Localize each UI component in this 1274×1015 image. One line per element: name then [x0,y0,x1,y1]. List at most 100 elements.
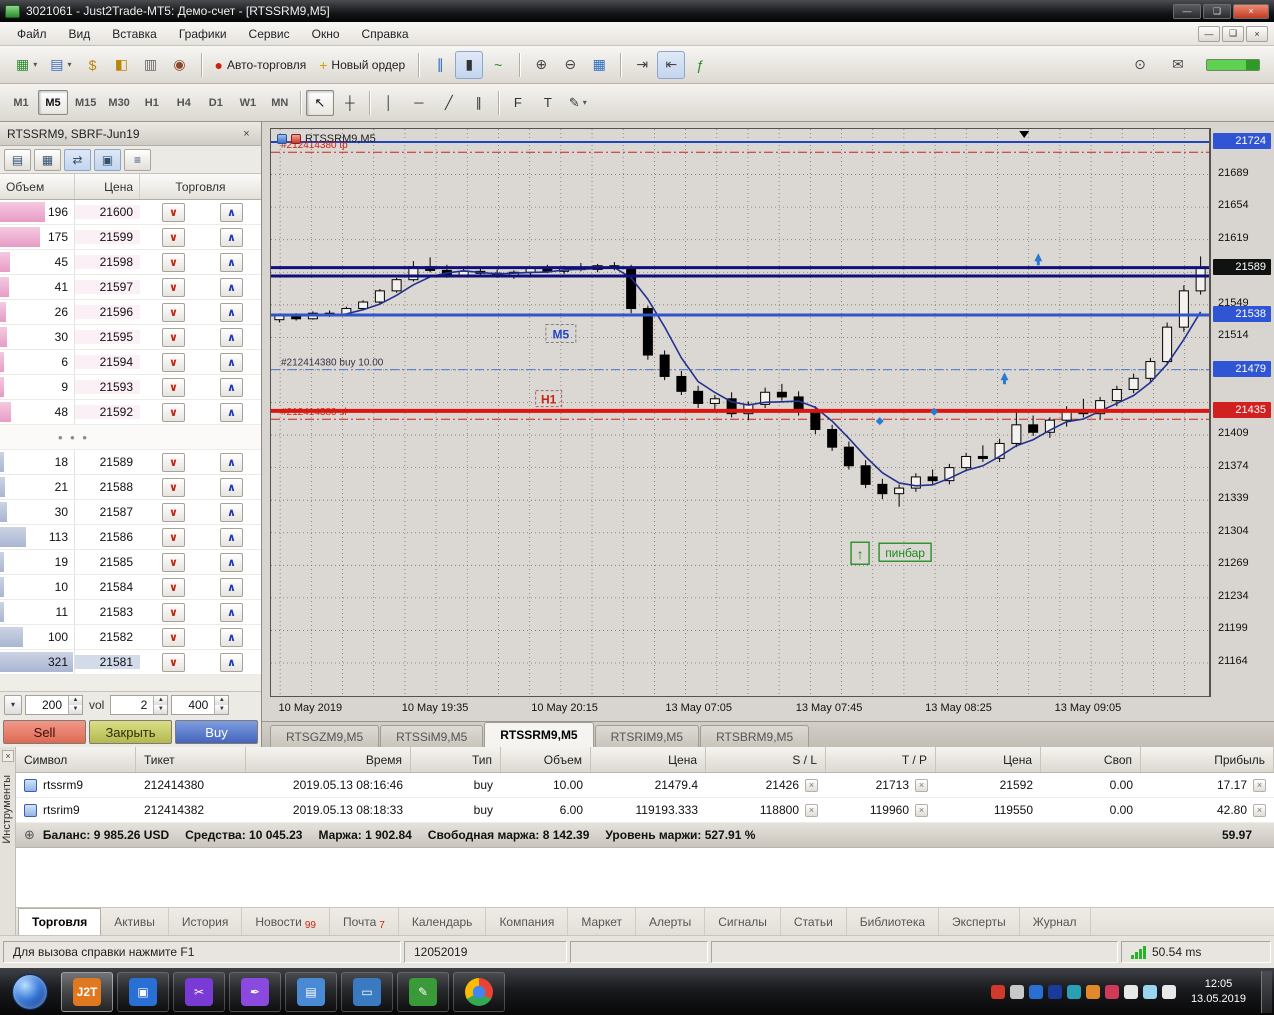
dom-oneclick-button[interactable]: ▣ [94,148,121,171]
chart-widget-icon[interactable] [277,134,287,144]
dom-price-cell[interactable]: 21592 [75,405,140,419]
dom-buy-button[interactable]: ∧ [220,602,243,622]
close-position-button[interactable]: Закрыть [89,720,172,744]
print-button[interactable]: ▥ [137,51,165,79]
column-header-5[interactable]: Цена [591,747,706,772]
timeframe-m15[interactable]: M15 [70,90,101,115]
text-tool[interactable]: T [534,90,562,116]
price-chart-canvas[interactable]: #212414380 tp#212414380 buy 10.00#212414… [271,129,1209,696]
column-header-2[interactable]: Время [246,747,411,772]
crosshair-tool[interactable]: ┼ [336,90,364,116]
dom-sell-button[interactable]: ∨ [162,477,185,497]
volume-stepper[interactable]: ▲ ▼ [153,695,168,714]
dom-price-cell[interactable]: 21588 [75,480,140,494]
dom-buy-button[interactable]: ∧ [220,452,243,472]
child-minimize-button[interactable]: — [1198,25,1220,42]
toolbox-tab-articles[interactable]: Статьи [781,908,847,935]
dom-sell-button[interactable]: ∨ [162,277,185,297]
toolbox-tab-mail[interactable]: Почта 7 [330,908,399,935]
line-chart-button[interactable]: ~ [484,51,512,79]
tray-icon-navy[interactable] [1047,984,1062,999]
toolbox-tab-experts[interactable]: Эксперты [939,908,1020,935]
dom-price-cell[interactable]: 21587 [75,505,140,519]
dom-price-cell[interactable]: 21585 [75,555,140,569]
dom-chart-button[interactable]: ▤ [4,148,31,171]
dom-buy-button[interactable]: ∧ [220,477,243,497]
child-close-button[interactable]: × [1246,25,1268,42]
dom-header[interactable]: RTSSRM9, SBRF-Jun19 × [0,122,261,146]
dom-price-cell[interactable]: 21599 [75,230,140,244]
zoom-in-button[interactable]: ⊕ [527,51,555,79]
child-restore-button[interactable]: ❑ [1222,25,1244,42]
tray-icon-red[interactable] [990,984,1005,999]
remove-sl-button[interactable]: × [805,778,818,792]
position-row[interactable]: rtssrm9 212414380 2019.05.13 08:16:46 buy 10… [16,773,1274,798]
search-button[interactable]: ⊙ [1126,51,1154,79]
dom-buy-button[interactable]: ∧ [220,302,243,322]
horizontal-line-tool[interactable]: ─ [405,90,433,116]
dom-sell-button[interactable]: ∨ [162,302,185,322]
toolbox-close-button[interactable]: × [2,750,14,762]
taskbar-app-j2t[interactable]: J2T [61,971,113,1012]
dom-buy-button[interactable]: ∧ [220,402,243,422]
restore-button[interactable]: ❑ [1203,3,1231,19]
dom-price-cell[interactable]: 21581 [75,655,140,669]
bar-chart-button[interactable]: ∥ [426,51,454,79]
dom-price-cell[interactable]: 21597 [75,280,140,294]
dom-price-cell[interactable]: 21589 [75,455,140,469]
autotrade-button[interactable]: ● Авто-торговля [209,51,313,79]
timeframe-m5[interactable]: M5 [38,90,68,115]
dom-grid-button[interactable]: ▦ [34,148,61,171]
feedback-button[interactable]: ✉ [1164,51,1192,79]
toolbox-tab-journal[interactable]: Журнал [1020,908,1091,935]
close-button[interactable]: × [1233,3,1269,19]
fibonacci-tool[interactable]: F [504,90,532,116]
dom-price-cell[interactable]: 21594 [75,355,140,369]
dom-buy-button[interactable]: ∧ [220,327,243,347]
remove-profit-button[interactable]: × [1253,778,1266,792]
trendline-tool[interactable]: ╱ [435,90,463,116]
timeframe-w1[interactable]: W1 [233,90,263,115]
dom-sell-button[interactable]: ∨ [162,327,185,347]
menu-view[interactable]: Вид [58,23,102,45]
profiles-button[interactable]: ▤ ▾ [44,51,77,79]
dom-column-header-1[interactable]: Цена [75,174,140,199]
dom-sell-button[interactable]: ∨ [162,252,185,272]
volume-field[interactable]: 2 ▲ ▼ [110,694,169,715]
dom-buy-button[interactable]: ∧ [220,552,243,572]
dom-buy-button[interactable]: ∧ [220,202,243,222]
history-center-button[interactable]: ◧ [108,51,136,79]
dom-buy-button[interactable]: ∧ [220,627,243,647]
indicators-button[interactable]: ƒ [686,51,714,79]
toolbox-tab-news[interactable]: Новости 99 [242,908,330,935]
menu-tools[interactable]: Сервис [238,23,301,45]
dom-price-cell[interactable]: 21593 [75,380,140,394]
equidistant-channel-tool[interactable]: ∥ [465,90,493,116]
dom-buy-button[interactable]: ∧ [220,227,243,247]
remove-tp-button[interactable]: × [915,803,928,817]
new-order-button[interactable]: + Новый ордер [313,51,411,79]
dom-buy-button[interactable]: ∧ [220,502,243,522]
dom-sell-button[interactable]: ∨ [162,227,185,247]
dom-sell-button[interactable]: ∨ [162,502,185,522]
tray-icon-teal[interactable] [1066,984,1081,999]
remove-tp-button[interactable]: × [915,778,928,792]
dom-sell-button[interactable]: ∨ [162,452,185,472]
dom-buy-button[interactable]: ∧ [220,652,243,672]
timeframe-m30[interactable]: M30 [103,90,134,115]
timeframe-h4[interactable]: H4 [169,90,199,115]
timeframe-mn[interactable]: MN [265,90,295,115]
toolbox-tab-trade[interactable]: Торговля [18,908,102,935]
buy-button[interactable]: Buy [175,720,258,744]
dom-price-cell[interactable]: 21583 [75,605,140,619]
toolbox-tab-signals[interactable]: Сигналы [705,908,781,935]
dom-price-cell[interactable]: 21586 [75,530,140,544]
tile-windows-button[interactable]: ▦ [585,51,613,79]
objects-tool[interactable]: ✎ ▾ [564,90,592,116]
title-bar[interactable]: 3021061 - Just2Trade-MT5: Демо-счет - [R… [0,0,1274,22]
taskbar-app-feather[interactable]: ✒ [229,971,281,1012]
slippage-stepper[interactable]: ▲ ▼ [214,695,229,714]
dom-buy-button[interactable]: ∧ [220,577,243,597]
dom-close-button[interactable]: × [239,126,254,141]
menu-window[interactable]: Окно [301,23,351,45]
